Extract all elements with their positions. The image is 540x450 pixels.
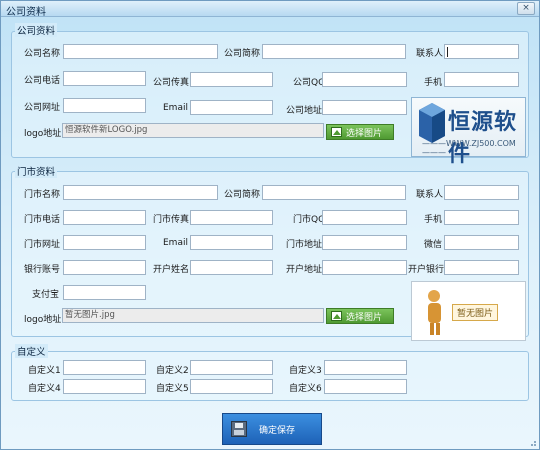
company-contact-input[interactable] (444, 44, 519, 59)
company-group-legend: 公司资料 (15, 23, 58, 37)
company-logo-label: logo地址 (24, 129, 62, 139)
company-mobile-input[interactable] (444, 72, 519, 87)
custom-1-input[interactable] (63, 360, 146, 375)
custom-3-input[interactable] (324, 360, 407, 375)
company-name-input[interactable] (63, 44, 218, 59)
close-icon: × (522, 3, 530, 13)
company-address-input[interactable] (322, 100, 407, 115)
shop-qq-input[interactable] (322, 210, 407, 225)
shop-account-input[interactable] (63, 260, 146, 275)
company-contact-label: 联系人 (416, 49, 444, 59)
custom-2-label: 自定义2 (156, 366, 189, 376)
company-website-input[interactable] (63, 98, 146, 113)
shop-group-legend: 门市资料 (15, 164, 58, 178)
shop-alipay-label: 支付宝 (32, 290, 60, 300)
window-title: 公司资料 (6, 7, 46, 18)
shop-logo-path: 暂无图片.jpg (62, 308, 324, 323)
company-email-input[interactable] (190, 100, 273, 115)
shop-phone-label: 门市电话 (24, 215, 61, 225)
text-caret (447, 47, 448, 57)
shop-short-input[interactable] (262, 185, 406, 200)
company-logo-emblem (419, 103, 445, 143)
company-fax-input[interactable] (190, 72, 273, 87)
shop-pick-image-button[interactable]: 选择图片 (326, 308, 394, 324)
shop-name-label: 门市名称 (24, 190, 61, 200)
company-info-window: 公司资料 × 公司资料 公司名称 公司简称 联系人 公司电话 公司传真 公司QQ… (0, 0, 540, 450)
company-short-input[interactable] (262, 44, 406, 59)
shop-contact-input[interactable] (444, 185, 519, 200)
company-phone-label: 公司电话 (24, 76, 61, 86)
company-name-label: 公司名称 (24, 49, 61, 59)
resize-grip-icon[interactable] (527, 437, 537, 447)
shop-email-input[interactable] (190, 235, 273, 250)
company-pick-image-button[interactable]: 选择图片 (326, 124, 394, 140)
save-button-label: 确定保存 (259, 425, 296, 436)
custom-2-input[interactable] (190, 360, 273, 375)
company-logo-name: 恒源软件 (448, 109, 518, 167)
custom-6-input[interactable] (324, 379, 407, 394)
custom-4-label: 自定义4 (28, 384, 61, 394)
save-button[interactable]: 确定保存 (222, 413, 322, 445)
shop-mobile-label: 手机 (424, 215, 443, 225)
shop-name-input[interactable] (63, 185, 218, 200)
shop-fax-input[interactable] (190, 210, 273, 225)
company-short-label: 公司简称 (224, 49, 261, 59)
no-image-tag: 暂无图片 (452, 304, 499, 321)
shop-logo-label: logo地址 (24, 315, 62, 325)
shop-phone-input[interactable] (63, 210, 146, 225)
company-phone-input[interactable] (63, 71, 146, 86)
custom-group-legend: 自定义 (15, 344, 48, 358)
shop-bank-input[interactable] (444, 260, 519, 275)
shop-alipay-input[interactable] (63, 285, 146, 300)
shop-address-label: 门市地址 (286, 240, 323, 250)
custom-1-label: 自定义1 (28, 366, 61, 376)
shop-open-address-label: 开户地址 (286, 265, 323, 275)
company-qq-input[interactable] (322, 72, 407, 87)
person-with-sign-icon (428, 290, 441, 335)
shop-website-label: 门市网址 (24, 240, 61, 250)
shop-address-input[interactable] (322, 235, 407, 250)
shop-holder-label: 开户姓名 (153, 265, 190, 275)
shop-email-label: Email (163, 238, 188, 248)
shop-wechat-input[interactable] (444, 235, 519, 250)
company-website-label: 公司网址 (24, 103, 61, 113)
shop-pick-image-label: 选择图片 (346, 312, 383, 323)
floppy-disk-icon (231, 421, 247, 437)
custom-5-label: 自定义5 (156, 384, 189, 394)
image-icon (331, 127, 342, 137)
company-logo-path: 恒源软件新LOGO.jpg (62, 123, 324, 138)
shop-mobile-input[interactable] (444, 210, 519, 225)
shop-holder-input[interactable] (190, 260, 273, 275)
company-logo-preview: 恒源软件 ———WWW.ZJ500.COM——— (411, 97, 526, 167)
shop-wechat-label: 微信 (424, 240, 443, 250)
close-button[interactable]: × (517, 2, 535, 15)
shop-qq-label: 门市QQ (293, 215, 326, 225)
image-icon (331, 311, 342, 321)
shop-short-label: 公司简称 (224, 190, 261, 200)
company-email-label: Email (163, 103, 188, 113)
company-mobile-label: 手机 (424, 78, 443, 88)
company-logo-url: ———WWW.ZJ500.COM——— (422, 139, 516, 157)
shop-website-input[interactable] (63, 235, 146, 250)
custom-3-label: 自定义3 (289, 366, 322, 376)
company-qq-label: 公司QQ (293, 78, 326, 88)
custom-4-input[interactable] (63, 379, 146, 394)
shop-logo-preview: 暂无图片 (411, 281, 526, 341)
shop-contact-label: 联系人 (416, 190, 444, 200)
company-address-label: 公司地址 (286, 106, 323, 116)
custom-5-input[interactable] (190, 379, 273, 394)
title-bar[interactable]: 公司资料 × (1, 1, 539, 18)
shop-bank-label: 开户银行 (408, 265, 445, 275)
shop-fax-label: 门市传真 (153, 215, 190, 225)
custom-6-label: 自定义6 (289, 384, 322, 394)
company-fax-label: 公司传真 (153, 78, 190, 88)
shop-open-address-input[interactable] (322, 260, 407, 275)
company-pick-image-label: 选择图片 (346, 128, 383, 139)
shop-account-label: 银行账号 (24, 265, 61, 275)
